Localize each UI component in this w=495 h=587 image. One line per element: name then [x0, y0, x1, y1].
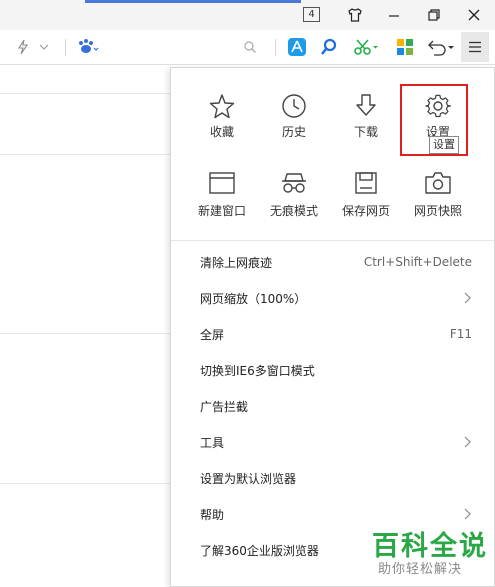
- menu-item-label: 了解360企业版浏览器: [200, 543, 319, 558]
- menu-grid-downloads[interactable]: 下载: [335, 80, 397, 140]
- menu-item-label: 设置为默认浏览器: [200, 471, 297, 486]
- apps-icon[interactable]: [395, 36, 415, 58]
- menu-item-shortcut: F11: [449, 327, 472, 341]
- menu-grid-save-page[interactable]: 保存网页: [335, 168, 397, 228]
- menu-item-label: 清除上网痕迹: [200, 255, 273, 270]
- menu-icon[interactable]: [461, 32, 489, 62]
- chevron-right-icon: [464, 436, 471, 448]
- menu-grid-label: 无痕模式: [269, 204, 318, 218]
- menu-item-label: 切换到IE6多窗口模式: [200, 363, 315, 378]
- menu-grid-label: 历史: [281, 125, 306, 139]
- magnifier-icon[interactable]: [318, 36, 340, 58]
- skin-icon[interactable]: [344, 5, 366, 25]
- chevron-right-icon: [464, 508, 471, 520]
- translate-icon[interactable]: [286, 36, 308, 58]
- menu-item-label: 帮助: [200, 507, 225, 522]
- camera-icon: [425, 168, 451, 198]
- restore-icon[interactable]: [423, 5, 445, 25]
- chevron-right-icon: [464, 292, 471, 304]
- menu-item-label: 广告拦截: [200, 399, 249, 414]
- menu-item-zoom[interactable]: 网页缩放（100%）: [171, 280, 494, 316]
- settings-tooltip: 设置: [429, 136, 459, 154]
- toolbar: [0, 30, 495, 65]
- menu-item-set-default[interactable]: 设置为默认浏览器: [171, 460, 494, 496]
- window-icon: [209, 168, 235, 198]
- menu-grid-new-window[interactable]: 新建窗口: [191, 168, 253, 228]
- menu-grid-incognito[interactable]: 无痕模式: [263, 168, 325, 228]
- close-icon[interactable]: [463, 5, 485, 25]
- active-tab-indicator: [85, 0, 301, 3]
- search-icon[interactable]: [241, 36, 259, 58]
- watermark-subtitle: 助你轻松解决: [378, 562, 463, 577]
- menu-grid-snapshot[interactable]: 网页快照: [407, 168, 469, 228]
- menu-grid-history[interactable]: 历史: [263, 80, 325, 140]
- menu-item-label: 全屏: [200, 327, 225, 342]
- menu-item-tools[interactable]: 工具: [171, 424, 494, 460]
- save-icon: [355, 168, 377, 198]
- lightning-icon[interactable]: [14, 36, 32, 58]
- browser-window: 4 收藏 历史 下载 设置 新建窗口 无痕模式 保存网页 网页快照 设置 清除上…: [0, 0, 495, 587]
- title-bar: 4: [0, 0, 495, 30]
- menu-separator: [171, 240, 494, 241]
- menu-grid-label: 收藏: [209, 125, 234, 139]
- scissors-icon[interactable]: [354, 36, 380, 58]
- undo-icon[interactable]: [424, 36, 458, 58]
- tab-count-badge[interactable]: 4: [303, 7, 320, 22]
- menu-item-ad-block[interactable]: 广告拦截: [171, 388, 494, 424]
- page-divider: [0, 333, 170, 334]
- download-icon: [354, 93, 378, 119]
- incognito-icon: [281, 168, 307, 198]
- chevron-down-icon[interactable]: [37, 36, 51, 58]
- star-icon: [209, 93, 235, 119]
- menu-grid-label: 下载: [353, 125, 378, 139]
- menu-item-ie6-mode[interactable]: 切换到IE6多窗口模式: [171, 352, 494, 388]
- toolbar-separator: [65, 39, 66, 56]
- menu-item-fullscreen[interactable]: 全屏 F11: [171, 316, 494, 352]
- paw-icon[interactable]: [74, 36, 102, 58]
- menu-item-clear-history[interactable]: 清除上网痕迹 Ctrl+Shift+Delete: [171, 244, 494, 280]
- toolbar-separator: [275, 39, 276, 56]
- menu-item-shortcut: Ctrl+Shift+Delete: [363, 255, 472, 269]
- page-divider: [0, 154, 170, 155]
- menu-item-label: 工具: [200, 435, 225, 450]
- browser-menu: 收藏 历史 下载 设置 新建窗口 无痕模式 保存网页 网页快照 设置 清除上网痕…: [170, 67, 495, 587]
- menu-grid-favorites[interactable]: 收藏: [191, 80, 253, 140]
- menu-grid-label: 保存网页: [341, 204, 390, 218]
- clock-icon: [281, 93, 307, 119]
- menu-item-label: 网页缩放（100%）: [200, 291, 307, 306]
- page-divider: [0, 93, 170, 94]
- minimize-icon[interactable]: [383, 5, 405, 25]
- menu-grid-label: 新建窗口: [197, 204, 246, 218]
- menu-grid-label: 网页快照: [413, 204, 462, 218]
- page-divider: [0, 483, 170, 484]
- watermark: 百科全说 助你轻松解决: [366, 524, 495, 587]
